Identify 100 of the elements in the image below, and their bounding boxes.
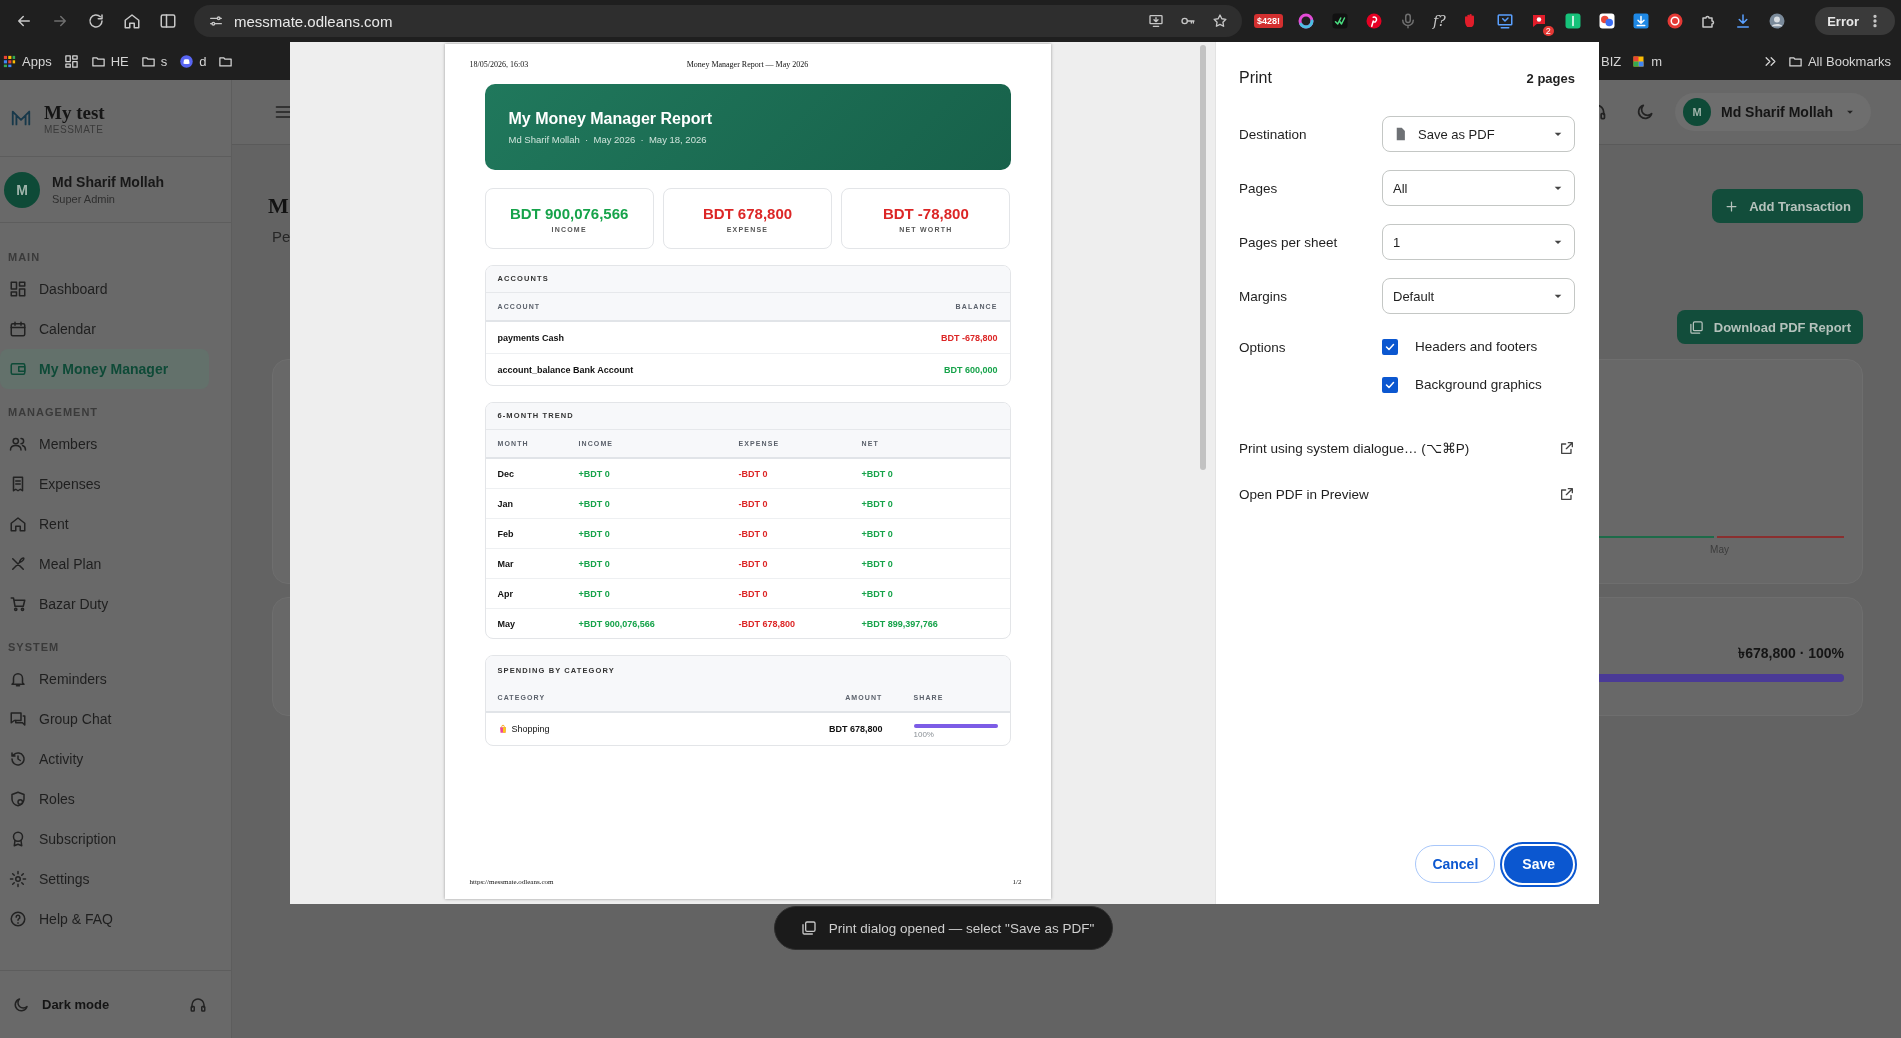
dropdown[interactable]: Default <box>1382 278 1575 314</box>
sidebar-item[interactable]: Rent <box>0 504 209 544</box>
sidebar-toggle-icon[interactable] <box>159 12 177 30</box>
address-bar[interactable]: messmate.odleans.com <box>194 5 1242 37</box>
star-icon[interactable] <box>1212 13 1228 29</box>
bookmark[interactable]: m <box>1631 53 1663 69</box>
extension-badge[interactable]: $428! <box>1254 14 1284 28</box>
pdf-file-icon <box>800 920 817 936</box>
install-app-icon[interactable] <box>1148 13 1164 29</box>
user-name: Md Sharif Mollah <box>52 174 164 190</box>
reload-icon[interactable] <box>87 12 105 30</box>
ring-icon[interactable] <box>1297 12 1316 30</box>
sidebar-item[interactable]: Reminders <box>0 659 209 699</box>
external-link-icon[interactable] <box>1559 486 1575 502</box>
page-header-date: 18/05/2026, 16:03 <box>469 59 530 69</box>
bookmark[interactable]: s <box>140 53 168 69</box>
table-cell-text: +BDT 0 <box>578 588 611 599</box>
target-icon[interactable] <box>1665 12 1684 30</box>
extension-glyph[interactable]: f? <box>1433 13 1446 29</box>
bookmark[interactable] <box>63 53 79 69</box>
utensils-icon <box>9 555 27 573</box>
dropdown[interactable]: All <box>1382 170 1575 206</box>
dialog-link[interactable]: Print using system dialogue… (⌥⌘P) <box>1239 440 1470 456</box>
table-cell-text: -BDT 0 <box>738 528 769 539</box>
square-icon[interactable] <box>1563 12 1582 30</box>
user-avatar: M <box>1683 98 1711 126</box>
wallet-icon <box>9 360 27 378</box>
bookmark[interactable]: HE <box>90 53 129 69</box>
dropdown[interactable]: 1 <box>1382 224 1575 260</box>
report-subtitle: Md Sharif Mollah · May 2026 · May 18, 2026 <box>508 133 708 145</box>
table-cell: Shopping <box>511 724 550 734</box>
moon-icon[interactable] <box>1635 102 1655 122</box>
cart-icon <box>9 595 27 613</box>
sidebar-item[interactable]: Help & FAQ <box>0 899 209 939</box>
sidebar-item[interactable]: Expenses <box>0 464 209 504</box>
history-icon <box>9 750 27 768</box>
table-cell: BDT 600,000 <box>943 364 998 375</box>
table-cell-text: +BDT 0 <box>861 468 894 479</box>
sidebar-item[interactable]: Meal Plan <box>0 544 209 584</box>
category-total: ৳678,800 · 100% <box>1738 644 1844 663</box>
sidebar-item[interactable]: Members <box>0 424 209 464</box>
shield-icon <box>9 790 27 808</box>
download-square-icon[interactable] <box>1631 12 1650 30</box>
dialog-link[interactable]: Open PDF in Preview <box>1239 486 1369 502</box>
sidebar-item[interactable]: Subscription <box>0 819 209 859</box>
bookmark[interactable]: Apps <box>2 53 52 69</box>
user-menu[interactable]: M Md Sharif Mollah <box>1675 93 1871 131</box>
add-transaction-button[interactable]: Add Transaction <box>1712 189 1863 223</box>
table-cell-text: account_balance Bank Account <box>497 364 635 375</box>
external-link-icon[interactable] <box>1559 440 1575 456</box>
table-cell-text: +BDT 0 <box>578 558 611 569</box>
sidebar-item[interactable]: Roles <box>0 779 209 819</box>
field-label: Destination <box>1239 126 1308 142</box>
field-label: Pages <box>1239 180 1279 196</box>
bookmark[interactable]: BIZ <box>1601 53 1622 69</box>
help-icon <box>9 910 27 928</box>
toast-message: Print dialog opened — select "Save as PDF" <box>828 920 1095 936</box>
bookmark[interactable]: d <box>179 53 207 69</box>
table-cell-text: +BDT 0 <box>861 558 894 569</box>
table-cell-text: +BDT 0 <box>861 498 894 509</box>
site-settings-icon[interactable] <box>208 13 224 29</box>
tick-mark-icon[interactable] <box>1331 12 1350 30</box>
table-cell-text: Feb <box>497 528 515 539</box>
sidebar-item[interactable]: Dashboard <box>0 269 209 309</box>
sidebar-item[interactable]: Bazar Duty <box>0 584 209 624</box>
field-label: Options <box>1239 339 1287 357</box>
table-cell-text: +BDT 900,076,566 <box>578 618 656 629</box>
bell-icon <box>9 670 27 688</box>
profile-button[interactable]: Error <box>1815 7 1895 35</box>
table-cell-text: +BDT 0 <box>861 528 894 539</box>
dark-mode-toggle[interactable]: Dark mode <box>12 995 189 1014</box>
avatar-icon[interactable] <box>1767 12 1786 30</box>
sidebar-item[interactable]: Settings <box>0 859 209 899</box>
checkbox[interactable] <box>1382 338 1398 355</box>
scrollbar-thumb[interactable] <box>1200 45 1206 470</box>
page-header-title: Money Manager Report — May 2026 <box>685 59 810 69</box>
checkbox-label: Headers and footers <box>1415 339 1538 354</box>
report-title: My Money Manager Report <box>508 109 714 128</box>
field-label: Pages per sheet <box>1239 234 1339 250</box>
field-label: Margins <box>1239 288 1288 304</box>
sidebar-item[interactable]: Activity <box>0 739 209 779</box>
sidebar-item[interactable]: Group Chat <box>0 699 209 739</box>
checkbox[interactable] <box>1382 376 1398 393</box>
stat-value: BDT 678,800 <box>702 204 793 222</box>
plus-icon <box>1724 198 1740 214</box>
cancel-button[interactable]: Cancel <box>1415 845 1496 883</box>
table-cell-text: Mar <box>497 558 515 569</box>
pin-logo-icon[interactable] <box>1365 12 1384 30</box>
chat-icon <box>9 710 27 728</box>
screen-icon[interactable] <box>1495 12 1514 30</box>
bookmark[interactable]: All Bookmarks <box>1787 53 1891 69</box>
home-icon[interactable] <box>123 12 141 30</box>
download-report-button[interactable]: Download PDF Report <box>1676 310 1863 344</box>
sidebar-item[interactable]: Calendar <box>0 309 209 349</box>
table-cell-text: +BDT 0 <box>861 588 894 599</box>
user-role: Super Admin <box>52 193 116 205</box>
dropdown[interactable]: Save as PDF <box>1382 116 1575 152</box>
stat-value: BDT 900,076,566 <box>509 204 629 222</box>
headset-icon[interactable] <box>189 995 207 1014</box>
palette-icon[interactable] <box>1597 12 1616 30</box>
